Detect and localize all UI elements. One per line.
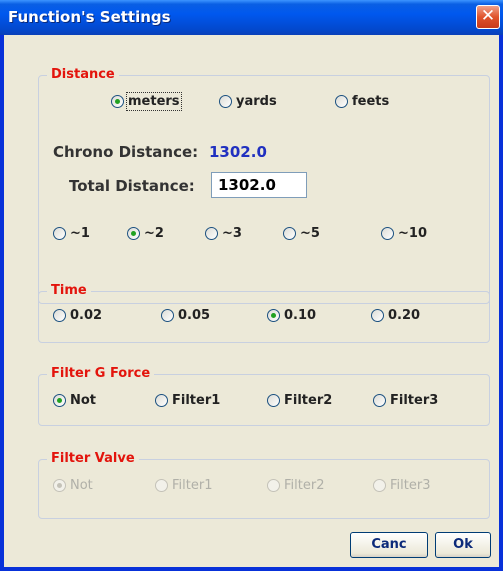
radio-label: ~5 (300, 226, 320, 241)
radio-filter-valve-2: Filter2 (267, 478, 324, 493)
time-group: Time 0.02 0.05 0.10 0.20 (38, 283, 490, 343)
radio-filter-valve-1: Filter1 (155, 478, 212, 493)
radio-filter-valve-not: Not (53, 478, 93, 493)
radio-circle (205, 227, 218, 240)
dialog-body: Distance meters yards feets Chrono Dista… (4, 35, 499, 567)
title-bar[interactable]: Function's Settings ✕ (0, 0, 503, 35)
radio-circle (267, 479, 280, 492)
radio-label: 0.02 (70, 308, 103, 323)
radio-circle (381, 227, 394, 240)
radio-circle (53, 227, 66, 240)
radio-circle (53, 479, 66, 492)
radio-circle (155, 479, 168, 492)
radio-filter-g-1[interactable]: Filter1 (155, 393, 220, 408)
radio-circle (155, 394, 168, 407)
filter-g-force-legend: Filter G Force (47, 366, 155, 382)
radio-circle (53, 309, 66, 322)
radio-circle (111, 95, 124, 108)
radio-feets[interactable]: feets (335, 94, 389, 109)
radio-label: 0.20 (388, 308, 421, 323)
radio-circle (127, 227, 140, 240)
radio-label: feets (352, 94, 390, 109)
radio-circle (161, 309, 174, 322)
radio-time-0-20[interactable]: 0.20 (371, 308, 420, 323)
radio-label: Filter1 (172, 478, 213, 493)
distance-legend: Distance (47, 67, 119, 83)
radio-circle (283, 227, 296, 240)
radio-yards[interactable]: yards (219, 94, 277, 109)
total-distance-label: Total Distance: (69, 177, 195, 195)
radio-circle (373, 479, 386, 492)
settings-window: Function's Settings ✕ Distance meters ya… (0, 0, 503, 571)
radio-mult-1[interactable]: ~1 (53, 226, 90, 241)
radio-mult-3[interactable]: ~3 (205, 226, 242, 241)
radio-circle (267, 309, 280, 322)
radio-label: yards (236, 94, 277, 109)
chrono-distance-value: 1302.0 (209, 143, 267, 161)
radio-time-0-05[interactable]: 0.05 (161, 308, 210, 323)
radio-circle (53, 394, 66, 407)
radio-filter-g-3[interactable]: Filter3 (373, 393, 438, 408)
radio-label: Filter2 (284, 393, 333, 408)
distance-group: Distance meters yards feets Chrono Dista… (38, 67, 490, 304)
radio-label: ~3 (222, 226, 242, 241)
radio-filter-g-not[interactable]: Not (53, 393, 96, 408)
filter-valve-legend: Filter Valve (47, 451, 139, 467)
radio-filter-valve-3: Filter3 (373, 478, 430, 493)
radio-meters[interactable]: meters (111, 92, 182, 111)
radio-label: Filter3 (390, 478, 431, 493)
radio-label: ~1 (70, 226, 90, 241)
radio-mult-10[interactable]: ~10 (381, 226, 427, 241)
radio-label: Filter3 (390, 393, 439, 408)
radio-label: Filter2 (284, 478, 325, 493)
radio-circle (371, 309, 384, 322)
radio-label: Not (70, 393, 97, 408)
radio-label: ~10 (398, 226, 427, 241)
radio-time-0-02[interactable]: 0.02 (53, 308, 102, 323)
cancel-button[interactable]: Canc (350, 532, 428, 558)
radio-circle (219, 95, 232, 108)
radio-filter-g-2[interactable]: Filter2 (267, 393, 332, 408)
chrono-distance-label: Chrono Distance: (53, 143, 199, 161)
close-icon[interactable]: ✕ (476, 5, 500, 29)
radio-label: ~2 (144, 226, 164, 241)
radio-label: Not (70, 478, 93, 493)
ok-button[interactable]: Ok (435, 532, 491, 558)
radio-circle (335, 95, 348, 108)
radio-circle (373, 394, 386, 407)
total-distance-field[interactable] (211, 172, 307, 198)
radio-mult-5[interactable]: ~5 (283, 226, 320, 241)
filter-g-force-group: Filter G Force Not Filter1 Filter2 Filte… (38, 366, 490, 426)
radio-mult-2[interactable]: ~2 (127, 226, 164, 241)
radio-label: 0.05 (178, 308, 211, 323)
filter-valve-group: Filter Valve Not Filter1 Filter2 Filter3 (38, 451, 490, 519)
window-title: Function's Settings (8, 8, 171, 26)
radio-circle (267, 394, 280, 407)
radio-label: 0.10 (284, 308, 317, 323)
radio-label: meters (126, 92, 182, 111)
radio-time-0-10[interactable]: 0.10 (267, 308, 316, 323)
radio-label: Filter1 (172, 393, 221, 408)
time-legend: Time (47, 283, 91, 299)
